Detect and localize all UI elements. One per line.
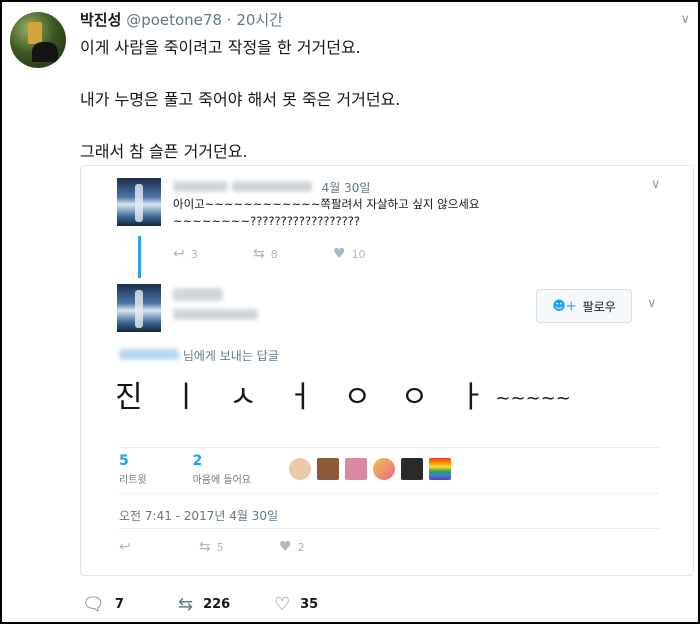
main-author-names [173, 288, 258, 320]
reply-actions: ↩ 3 ⇆ 8 ♥ 10 [173, 246, 413, 262]
tweet-card: 박진성 @poetone78 · 20시간 ∨ 이게 사람을 죽이려고 작정을 … [0, 0, 700, 624]
tweet-timestamp[interactable]: 오전 7:41 - 2017년 4월 30일 [119, 507, 278, 524]
retweet-icon: ⇆ [253, 246, 265, 262]
retweets-stat[interactable]: 5 리트윗 [119, 453, 147, 486]
heart-icon: ♡ [274, 594, 291, 615]
quoted-tweet[interactable]: 4월 30일 ∨ 아이고~~~~~~~~~~~~쪽팔려서 자살하고 싶지 않으세… [80, 165, 694, 576]
tweet-line: 내가 누명은 풀고 죽어야 해서 못 죽은 거거던요. [80, 90, 401, 109]
main-text-jamo: 진 ㅣ ㅅ ㅓ ㅇ ㅇ ㅏ [115, 380, 496, 415]
divider [119, 447, 659, 448]
handle[interactable]: @poetone78 [126, 11, 222, 29]
like-count: 35 [300, 597, 319, 612]
reply-icon: ↩ [173, 246, 185, 262]
retweets-label: 리트윗 [119, 475, 147, 486]
reply-icon: ↩ [119, 539, 131, 555]
reply-icon: 🗨 [82, 594, 105, 615]
blurred-handle [173, 309, 258, 320]
retweet-count: 8 [270, 247, 278, 261]
like-button[interactable]: ♥ 10 [333, 246, 413, 262]
chevron-down-icon[interactable]: ∨ [680, 12, 690, 27]
reply-to-label: 님에게 보내는 답글 [182, 349, 279, 363]
like-button[interactable]: ♥ 2 [279, 539, 359, 555]
tweet-line: 그래서 참 슬픈 거거던요. [80, 142, 248, 161]
divider [119, 528, 659, 529]
likes-label: 마음에 들어요 [192, 475, 251, 486]
tweet-line: 이게 사람을 죽이려고 작정을 한 거거던요. [80, 38, 361, 57]
reply-text: 아이고~~~~~~~~~~~~쪽팔려서 자살하고 싶지 않으세요 ~~~~~~~… [173, 197, 480, 228]
liker-avatars [289, 458, 451, 480]
retweet-icon: ⇆ [199, 539, 211, 555]
liker-avatar[interactable] [373, 458, 395, 480]
blurred-name [173, 288, 223, 301]
reply-count: 7 [114, 597, 124, 612]
follow-label: 팔로우 [582, 299, 616, 314]
timestamp[interactable]: 20시간 [236, 11, 283, 29]
retweet-count: 226 [203, 597, 231, 612]
divider [119, 493, 659, 494]
tweet-stats: 5 리트윗 2 마음에 들어요 [119, 453, 251, 486]
blurred-name [173, 181, 228, 192]
reply-date[interactable]: 4월 30일 [322, 181, 371, 195]
author-avatar[interactable] [10, 12, 66, 68]
retweet-count: 5 [216, 540, 224, 554]
tweet-header: 박진성 @poetone78 · 20시간 [80, 9, 283, 30]
reply-header: 4월 30일 [173, 179, 370, 196]
tweet-text: 이게 사람을 죽이려고 작정을 한 거거던요. 내가 누명은 풀고 죽어야 해서… [80, 35, 400, 165]
liker-avatar[interactable] [429, 458, 451, 480]
like-button[interactable]: ♡ 35 [274, 594, 370, 615]
heart-icon: ♥ [333, 246, 346, 262]
add-user-icon: ☻+ [552, 298, 577, 314]
blurred-mention[interactable] [119, 349, 179, 360]
like-count: 2 [297, 540, 305, 554]
display-name[interactable]: 박진성 [80, 11, 121, 29]
likes-stat[interactable]: 2 마음에 들어요 [193, 453, 251, 486]
follow-button[interactable]: ☻+ 팔로우 [536, 289, 632, 323]
reply-to: 님에게 보내는 답글 [119, 347, 279, 364]
thread-line [138, 236, 141, 278]
reply-author-avatar[interactable] [117, 178, 161, 226]
chevron-down-icon[interactable]: ∨ [647, 296, 657, 311]
main-author-avatar[interactable] [117, 284, 161, 332]
reply-button[interactable]: ↩ [119, 539, 199, 555]
reply-button[interactable]: 🗨 7 [82, 594, 178, 615]
heart-icon: ♥ [279, 539, 292, 555]
liker-avatar[interactable] [317, 458, 339, 480]
liker-avatar[interactable] [289, 458, 311, 480]
tweet-actions: 🗨 7 ⇆ 226 ♡ 35 [82, 594, 370, 615]
like-count: 10 [351, 247, 366, 261]
likes-count: 2 [192, 453, 203, 469]
retweet-button[interactable]: ⇆ 226 [178, 594, 274, 615]
chevron-down-icon[interactable]: ∨ [651, 177, 661, 192]
main-text-tilde: ~~~~~ [495, 388, 571, 409]
separator: · [226, 11, 232, 29]
liker-avatar[interactable] [345, 458, 367, 480]
retweet-button[interactable]: ⇆ 5 [199, 539, 279, 555]
retweets-count: 5 [119, 453, 129, 469]
blurred-handle [231, 181, 312, 192]
main-tweet-text: 진 ㅣ ㅅ ㅓ ㅇ ㅇ ㅏ~~~~~ [115, 372, 571, 416]
retweet-icon: ⇆ [178, 594, 194, 615]
reply-button[interactable]: ↩ 3 [173, 246, 253, 262]
main-actions: ↩ ⇆ 5 ♥ 2 [119, 539, 359, 555]
retweet-button[interactable]: ⇆ 8 [253, 246, 333, 262]
liker-avatar[interactable] [401, 458, 423, 480]
reply-count: 3 [190, 247, 198, 261]
